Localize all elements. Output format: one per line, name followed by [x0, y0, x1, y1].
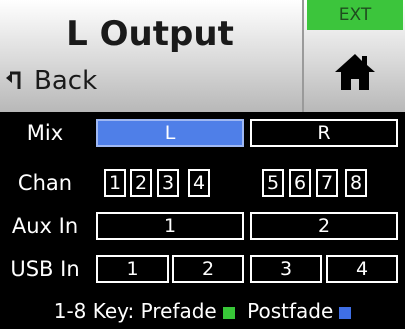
- usb-in-row: USB In 1 2 3 4: [0, 254, 405, 284]
- mix-r-button[interactable]: R: [250, 119, 398, 147]
- chan-8-button[interactable]: 8: [345, 169, 367, 197]
- home-button[interactable]: [307, 33, 403, 110]
- mix-label: Mix: [26, 121, 64, 145]
- chan-4-button[interactable]: 4: [188, 169, 210, 197]
- key-legend: 1-8 Key: Prefade Postfade: [0, 296, 405, 326]
- key-prefade-text: 1-8 Key: Prefade: [53, 299, 217, 323]
- chan-row: Chan 1 2 3 4 5 6 7 8: [0, 168, 405, 198]
- back-arrow-icon: [6, 71, 21, 89]
- usb-in-1-button[interactable]: 1: [96, 255, 169, 283]
- page-title: L Output: [66, 14, 234, 54]
- mix-l-button[interactable]: L: [96, 119, 244, 147]
- chan-5-button[interactable]: 5: [262, 169, 284, 197]
- chan-1-button[interactable]: 1: [104, 169, 126, 197]
- usb-in-4-button[interactable]: 4: [326, 255, 398, 283]
- back-button[interactable]: Back: [6, 66, 97, 96]
- home-icon: [335, 53, 375, 90]
- usb-in-3-button[interactable]: 3: [250, 255, 322, 283]
- header-bar: L Output Back EXT: [0, 0, 405, 112]
- aux-in-2-button[interactable]: 2: [250, 212, 398, 240]
- chan-3-button[interactable]: 3: [157, 169, 179, 197]
- mix-row: Mix L R: [0, 118, 405, 148]
- key-postfade-text: Postfade: [247, 299, 334, 323]
- chan-2-button[interactable]: 2: [130, 169, 152, 197]
- usb-in-label: USB In: [10, 257, 80, 281]
- usb-in-2-button[interactable]: 2: [172, 255, 244, 283]
- ext-badge[interactable]: EXT: [307, 0, 403, 30]
- prefade-swatch: [222, 306, 235, 319]
- chan-6-button[interactable]: 6: [289, 169, 311, 197]
- chan-label: Chan: [17, 171, 73, 195]
- aux-in-label: Aux In: [11, 214, 79, 238]
- header-divider: [302, 0, 304, 112]
- postfade-swatch: [339, 306, 352, 319]
- aux-in-1-button[interactable]: 1: [96, 212, 244, 240]
- chan-7-button[interactable]: 7: [316, 169, 338, 197]
- back-label: Back: [34, 66, 98, 96]
- aux-in-row: Aux In 1 2: [0, 211, 405, 241]
